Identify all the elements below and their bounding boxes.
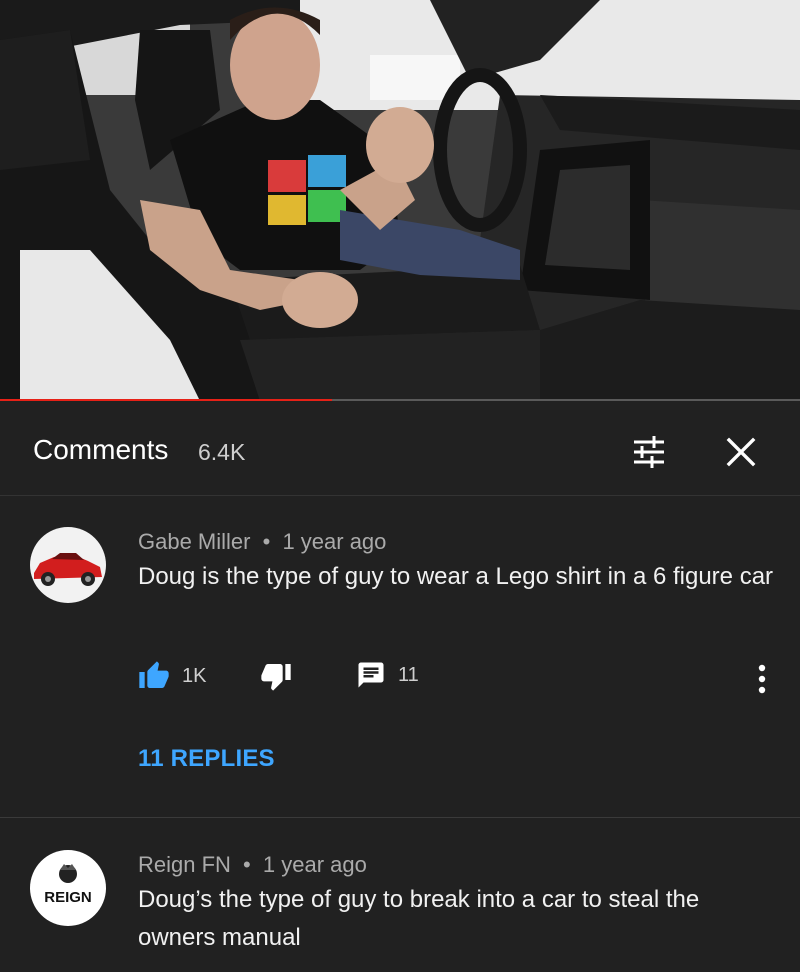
comments-count: 6.4K xyxy=(198,439,246,465)
reply-button[interactable]: 11 xyxy=(356,660,419,690)
comment-time: 1 year ago xyxy=(282,529,387,554)
comment-actions: 1K 11 xyxy=(138,660,778,700)
view-replies-link[interactable]: 11 REPLIES xyxy=(138,745,275,773)
meta-separator: • xyxy=(243,852,251,877)
close-icon[interactable] xyxy=(722,433,760,471)
reign-logo-avatar[interactable]: REIGN xyxy=(30,850,106,926)
comments-header: Comments 6.4K xyxy=(0,403,800,496)
comments-title: Comments xyxy=(33,434,169,465)
video-frame-image xyxy=(0,0,800,401)
thumbs-down-icon xyxy=(261,664,291,691)
video-player[interactable] xyxy=(0,0,800,401)
comment-text: Doug’s the type of guy to break into a c… xyxy=(138,886,700,951)
thumbs-up-icon xyxy=(139,661,169,688)
reply-count: 11 xyxy=(398,663,419,686)
video-progress-bar[interactable] xyxy=(0,399,800,401)
sort-filter-icon[interactable] xyxy=(630,433,668,471)
comment-author[interactable]: Reign FN xyxy=(138,852,231,877)
comment-time: 1 year ago xyxy=(262,852,367,877)
like-button[interactable]: 1K xyxy=(138,660,206,692)
dislike-button[interactable] xyxy=(260,660,292,692)
more-options-icon[interactable] xyxy=(752,660,772,700)
comment-bubble-icon xyxy=(358,662,384,688)
comment-divider xyxy=(0,817,800,818)
like-count: 1K xyxy=(182,664,207,687)
avatar-logo-text: REIGN xyxy=(44,889,92,906)
comment-author[interactable]: Gabe Miller xyxy=(138,529,250,554)
red-car-avatar[interactable] xyxy=(30,527,106,603)
meta-separator: • xyxy=(262,529,271,554)
comment-text: Doug is the type of guy to wear a Lego s… xyxy=(138,563,774,590)
video-progress-fill xyxy=(0,399,332,401)
comment-meta: Gabe Miller • 1 year ago xyxy=(138,529,386,555)
comment-meta: Reign FN • 1 year ago xyxy=(138,852,367,878)
